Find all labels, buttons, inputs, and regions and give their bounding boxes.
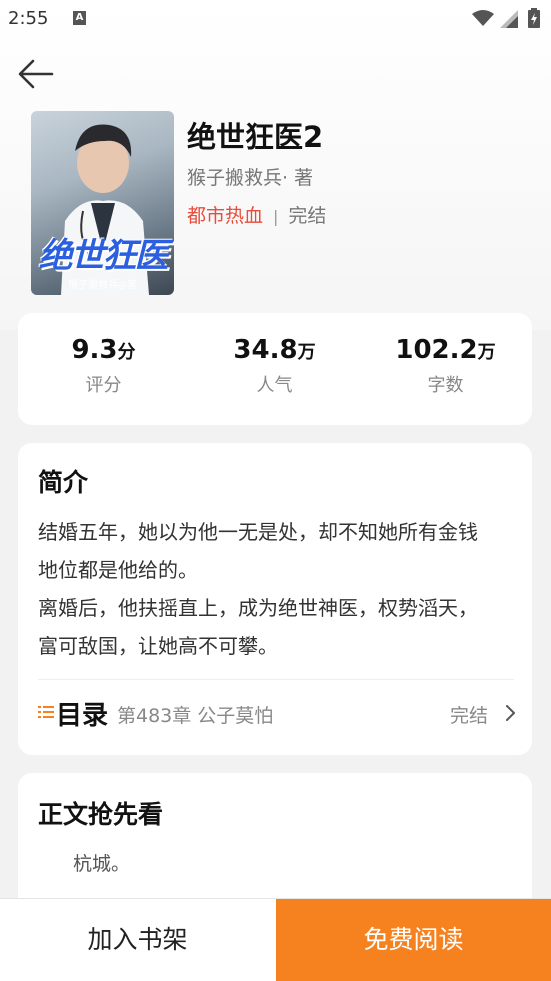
book-tags: 都市热血 | 完结 [187, 201, 326, 228]
chevron-right-icon [506, 705, 515, 721]
back-button[interactable] [16, 56, 58, 92]
book-cover[interactable]: 绝世狂医 猴子搬救兵◎著 [31, 111, 174, 295]
stat-unit: 分 [117, 342, 136, 363]
list-icon [38, 706, 54, 718]
notification-icon: A [73, 11, 86, 25]
stat-value: 102.2 [395, 335, 478, 365]
cover-author: 猴子搬救兵◎著 [68, 280, 137, 291]
free-read-button[interactable]: 免费阅读 [276, 899, 551, 981]
status-tag: 完结 [288, 205, 327, 227]
status-bar: 2:55 A [0, 0, 551, 36]
intro-card: 简介 结婚五年，她以为他一无是处，却不知她所有金钱 地位都是他给的。 离婚后，他… [18, 443, 532, 755]
stat-rating: 9.3分 评分 [18, 335, 189, 397]
genre-tag[interactable]: 都市热血 [187, 205, 263, 227]
stat-label: 人气 [256, 375, 293, 396]
divider [38, 679, 514, 680]
catalog-status: 完结 [449, 705, 488, 727]
stat-unit: 万 [297, 342, 316, 363]
catalog-label: 目录 [56, 701, 109, 731]
stat-value: 9.3 [71, 335, 118, 365]
stat-label: 评分 [85, 375, 122, 396]
intro-title: 简介 [38, 468, 89, 497]
stats-card: 9.3分 评分 34.8万 人气 102.2万 字数 [18, 313, 532, 425]
intro-line: 地位都是他给的。 [38, 558, 198, 582]
intro-text: 结婚五年，她以为他一无是处，却不知她所有金钱 地位都是他给的。 离婚后，他扶摇直… [38, 513, 522, 665]
arrow-left-icon [18, 59, 54, 89]
stat-label: 字数 [427, 375, 464, 396]
preview-text: 杭城。 [73, 853, 131, 875]
signal-icon [500, 10, 518, 28]
stat-unit: 万 [477, 342, 496, 363]
add-to-shelf-button[interactable]: 加入书架 [0, 899, 275, 981]
intro-line: 富可敌国，让她高不可攀。 [38, 634, 278, 658]
tag-separator: | [273, 207, 279, 226]
preview-title: 正文抢先看 [38, 800, 164, 829]
cover-title: 绝世狂医 [38, 236, 169, 276]
intro-line: 结婚五年，她以为他一无是处，却不知她所有金钱 [38, 520, 478, 544]
latest-chapter: 第483章 公子莫怕 [117, 705, 274, 727]
status-time: 2:55 [8, 8, 49, 29]
book-title: 绝世狂医2 [187, 120, 324, 154]
book-author: 猴子搬救兵· 著 [187, 167, 314, 189]
battery-charging-icon [528, 8, 540, 28]
intro-line: 离婚后，他扶摇直上，成为绝世神医，权势滔天， [38, 596, 478, 620]
catalog-row[interactable]: 目录 第483章 公子莫怕 完结 [34, 693, 518, 733]
stat-popularity: 34.8万 人气 [189, 335, 360, 397]
wifi-icon [472, 10, 494, 26]
stat-word-count: 102.2万 字数 [360, 335, 531, 397]
stat-value: 34.8 [233, 335, 298, 365]
bottom-action-bar: 加入书架 免费阅读 [0, 898, 551, 981]
